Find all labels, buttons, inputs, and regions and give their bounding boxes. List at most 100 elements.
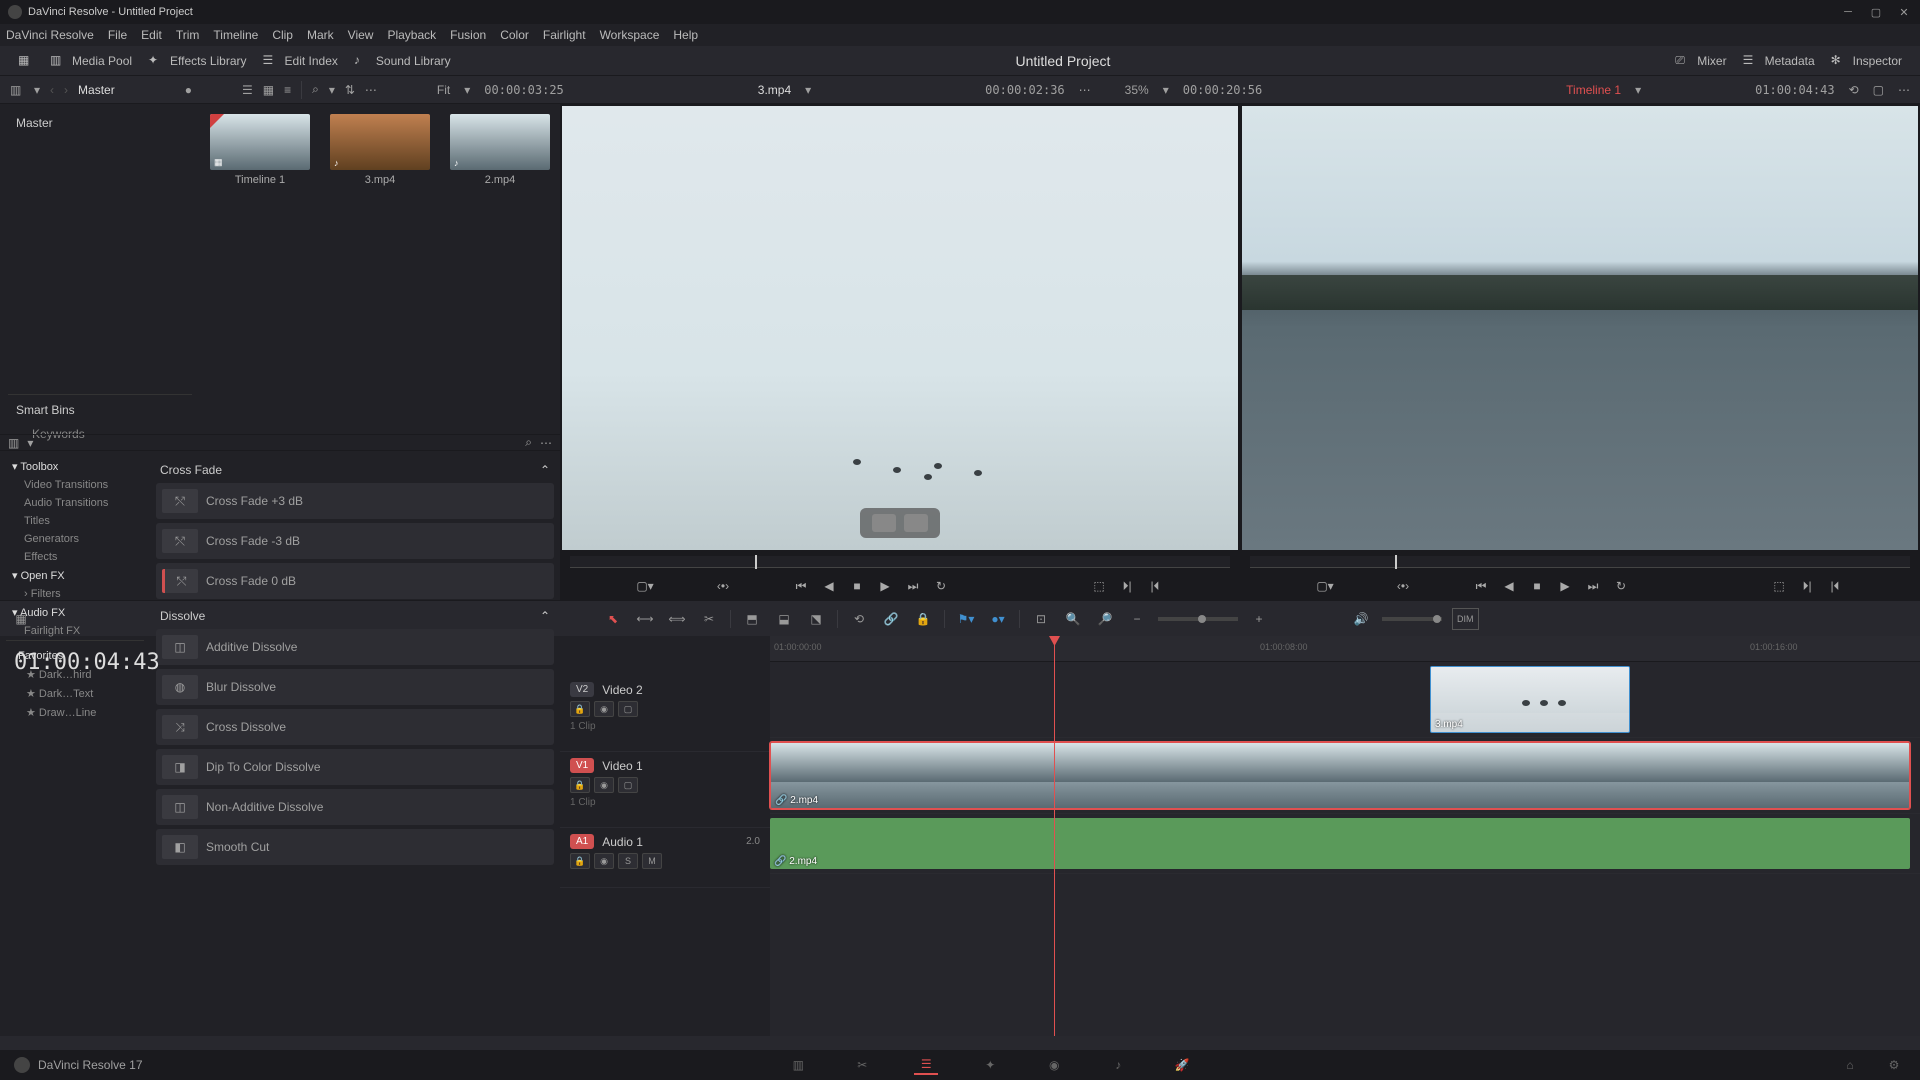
timeline-clip[interactable]: 🔗 2.mp4 [770, 818, 1910, 869]
trim-tool[interactable]: ⟷ [634, 608, 656, 630]
next-frame-button[interactable]: ⏭ [904, 577, 922, 595]
clip-thumbnail[interactable]: ♪ 2.mp4 [450, 114, 550, 186]
menu-item[interactable]: Clip [272, 28, 293, 42]
tree-openfx[interactable]: ▾ Open FX [6, 566, 144, 585]
inspector-toggle[interactable]: ✻Inspector [1823, 49, 1910, 73]
edit-index-toggle[interactable]: ☰Edit Index [255, 49, 346, 73]
clip-thumbnail[interactable]: ▦ Timeline 1 [210, 114, 310, 186]
program-scrubber[interactable] [1250, 556, 1910, 568]
clip-thumbnail[interactable]: ♪ 3.mp4 [330, 114, 430, 186]
video-only-button[interactable] [872, 514, 896, 532]
lock-track-button[interactable]: 🔒 [570, 777, 590, 793]
page-deliver[interactable]: 🚀 [1170, 1055, 1194, 1075]
fx-item[interactable]: ⤲Cross Fade -3 dB [156, 523, 554, 559]
chevron-down-icon[interactable]: ▾ [329, 83, 335, 97]
more-icon[interactable]: ⋯ [1079, 83, 1091, 97]
chevron-down-icon[interactable]: ▾ [464, 83, 470, 97]
link-toggle[interactable]: 🔗 [880, 608, 902, 630]
menu-item[interactable]: Fusion [450, 28, 486, 42]
menu-item[interactable]: Playback [387, 28, 436, 42]
match-frame-icon[interactable]: ▢▾ [1316, 577, 1334, 595]
fit-dropdown[interactable]: Fit [437, 83, 450, 97]
page-fairlight[interactable]: ♪ [1106, 1055, 1130, 1075]
bypass-icon[interactable]: ⟲ [1849, 83, 1859, 97]
first-frame-button[interactable]: ⏮ [792, 577, 810, 595]
track-enable-button[interactable]: ◉ [594, 777, 614, 793]
source-scrubber[interactable] [570, 556, 1230, 568]
maximize-button[interactable]: ▢ [1868, 4, 1884, 20]
bin-view-icon[interactable]: ▥ [10, 83, 24, 97]
lock-icon[interactable]: 🔒 [912, 608, 934, 630]
tree-item[interactable]: Generators [6, 530, 144, 548]
lock-track-button[interactable]: 🔒 [570, 853, 590, 869]
next-frame-button[interactable]: ⏭ [1584, 577, 1602, 595]
more-icon[interactable]: ⋯ [540, 436, 552, 450]
track-v1[interactable]: 🔗 2.mp4 [770, 738, 1920, 814]
menu-item[interactable]: Timeline [213, 28, 258, 42]
menu-item[interactable]: Trim [176, 28, 200, 42]
close-button[interactable]: ✕ [1896, 4, 1912, 20]
thumb-view-icon[interactable]: ▦ [263, 83, 274, 97]
track-badge[interactable]: V1 [570, 758, 594, 773]
flag-button[interactable]: ⚑▾ [955, 608, 977, 630]
solo-button[interactable]: S [618, 853, 638, 869]
zoom-slider[interactable] [1158, 617, 1238, 621]
prev-frame-button[interactable]: ◀ [820, 577, 838, 595]
effects-library-toggle[interactable]: ✦Effects Library [140, 49, 254, 73]
media-pool-toggle[interactable]: ▥Media Pool [42, 49, 140, 73]
play-button[interactable]: ▶ [876, 577, 894, 595]
replace-clip-button[interactable]: ⬔ [805, 608, 827, 630]
insert-button[interactable]: ⏵| [1798, 577, 1816, 595]
mark-in-icon[interactable]: ⬚ [1770, 577, 1788, 595]
lock-track-button[interactable]: 🔒 [570, 701, 590, 717]
zoom-custom-icon[interactable]: 🔎 [1094, 608, 1116, 630]
timeline-tracks[interactable]: 01:00:00:00 01:00:08:00 01:00:16:00 3.mp… [770, 636, 1920, 1036]
selection-tool[interactable]: ⬉ [602, 608, 624, 630]
timeline-clip[interactable]: 🔗 2.mp4 [770, 742, 1910, 809]
loop-button[interactable]: ↻ [932, 577, 950, 595]
panel-view-icon[interactable]: ▥ [8, 436, 19, 450]
dynamic-trim-tool[interactable]: ⟺ [666, 608, 688, 630]
sort-icon[interactable]: ⇅ [345, 83, 355, 97]
sound-library-toggle[interactable]: ♪Sound Library [346, 49, 459, 73]
menu-item[interactable]: Help [673, 28, 698, 42]
track-a1[interactable]: 🔗 2.mp4 [770, 814, 1920, 874]
play-button[interactable]: ▶ [1556, 577, 1574, 595]
bin-master[interactable]: Master [8, 112, 192, 134]
fx-group-header[interactable]: Dissolve⌃ [156, 603, 554, 629]
page-color[interactable]: ◉ [1042, 1055, 1066, 1075]
track-badge[interactable]: A1 [570, 834, 594, 849]
home-button[interactable]: ⌂ [1838, 1055, 1862, 1075]
more-icon[interactable]: ⋯ [365, 83, 377, 97]
zoom-out-button[interactable]: − [1126, 608, 1148, 630]
mark-in-icon[interactable]: ⬚ [1090, 577, 1108, 595]
prev-edit-icon[interactable]: ‹•› [1394, 577, 1412, 595]
timeline-view-options[interactable]: ▦ [10, 608, 32, 630]
audio-only-button[interactable] [904, 514, 928, 532]
tree-item[interactable]: › Filters [6, 585, 144, 603]
overwrite-button[interactable]: |⏴ [1146, 577, 1164, 595]
track-v2[interactable]: 3.mp4 [770, 662, 1920, 738]
menu-item[interactable]: Edit [141, 28, 162, 42]
project-settings-button[interactable]: ⚙ [1882, 1055, 1906, 1075]
track-badge[interactable]: V2 [570, 682, 594, 697]
menu-item[interactable]: View [348, 28, 374, 42]
menu-item[interactable]: Color [500, 28, 529, 42]
menu-item[interactable]: Workspace [600, 28, 660, 42]
track-enable-button[interactable]: ◉ [594, 701, 614, 717]
menu-item[interactable]: Fairlight [543, 28, 586, 42]
tree-item[interactable]: Audio Transitions [6, 494, 144, 512]
zoom-in-button[interactable]: + [1248, 608, 1270, 630]
stop-button[interactable]: ■ [848, 577, 866, 595]
chevron-down-icon[interactable]: ▾ [1635, 83, 1641, 97]
chevron-down-icon[interactable]: ▾ [34, 83, 40, 97]
timeline-clip[interactable]: 3.mp4 [1430, 666, 1630, 733]
blade-tool[interactable]: ✂ [698, 608, 720, 630]
minimize-button[interactable]: ─ [1840, 4, 1856, 20]
mixer-toggle[interactable]: ⎚Mixer [1667, 49, 1734, 73]
strip-view-icon[interactable]: ≡ [284, 83, 291, 97]
track-mute-button[interactable]: ▢ [618, 701, 638, 717]
snap-toggle[interactable]: ⟲ [848, 608, 870, 630]
source-canvas[interactable] [562, 106, 1238, 550]
page-fusion[interactable]: ✦ [978, 1055, 1002, 1075]
